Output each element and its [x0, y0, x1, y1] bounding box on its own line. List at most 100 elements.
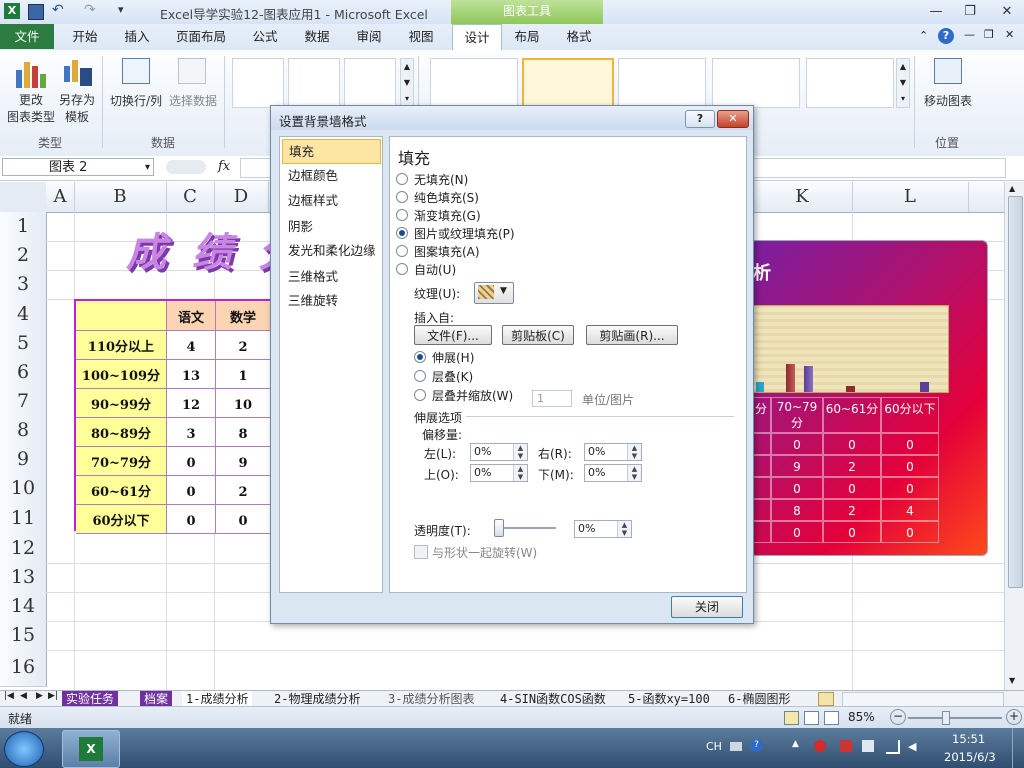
fill-option-radio[interactable] — [396, 209, 408, 221]
texture-picker[interactable]: ▼ — [474, 282, 514, 304]
left-offset-input[interactable]: 0% ▲ ▼ — [470, 443, 528, 461]
tab-home[interactable]: 开始 — [66, 24, 104, 49]
layout-gallery-scroll[interactable]: ▲ ▼ ▾ — [400, 58, 414, 108]
tab-layout[interactable]: 布局 — [508, 24, 546, 49]
chart-table-cell[interactable]: 0 — [771, 433, 823, 455]
nav-border-style[interactable]: 边框样式 — [282, 189, 393, 212]
dialog-help-button[interactable]: ? — [685, 110, 715, 128]
column-header[interactable]: K — [752, 182, 853, 212]
network-icon[interactable] — [886, 740, 900, 754]
tile-option-radio[interactable] — [414, 351, 426, 363]
dialog-close-action-button[interactable]: 关闭 — [671, 596, 743, 618]
table-cell-math[interactable]: 8 — [216, 418, 270, 447]
chart-table-cell[interactable]: 0 — [823, 521, 881, 543]
sheet-tab-task[interactable]: 实验任务 — [62, 691, 119, 707]
chart-table-header[interactable]: 60~61分 — [823, 397, 881, 433]
tray-expand-icon[interactable]: ▲ — [792, 739, 799, 749]
row-header[interactable]: 15 — [0, 621, 47, 651]
sheet-tab-grade-analysis[interactable]: 1-成绩分析 — [182, 691, 253, 707]
chart-back-wall[interactable] — [751, 305, 949, 393]
row-header[interactable]: 4 — [0, 299, 47, 330]
row-header[interactable]: 7 — [0, 387, 47, 417]
table-cell-math[interactable]: 1 — [216, 360, 270, 389]
restore-button[interactable]: ❐ — [957, 3, 983, 21]
top-offset-input[interactable]: 0% ▲ ▼ — [470, 464, 528, 482]
sheet-tab-function-xy[interactable]: 5-函数xy=100 — [624, 691, 714, 707]
row-header[interactable]: 16 — [0, 650, 47, 687]
chart-table-header[interactable]: 60分以下 — [881, 397, 939, 433]
table-cell-chinese[interactable]: 4 — [167, 331, 216, 360]
table-cell-math[interactable]: 0 — [216, 505, 270, 534]
nav-3d-format[interactable]: 三维格式 — [282, 265, 393, 288]
vertical-scroll-thumb[interactable] — [1008, 196, 1023, 588]
spin-arrows-icon[interactable]: ▲ ▼ — [627, 465, 641, 481]
spin-arrows-icon[interactable]: ▲ ▼ — [513, 465, 527, 481]
close-window-button[interactable]: ✕ — [994, 3, 1020, 21]
rotate-with-shape-checkbox[interactable] — [414, 545, 428, 559]
formula-bar-expand-handle[interactable] — [166, 160, 206, 174]
table-row-label[interactable]: 100~109分 — [76, 360, 167, 389]
row-header[interactable]: 2 — [0, 241, 47, 271]
chart-layout-1[interactable] — [232, 58, 284, 108]
zoom-level[interactable]: 85% — [848, 710, 875, 724]
name-box[interactable]: 图表 2 ▾ — [2, 158, 154, 176]
transparency-input[interactable]: 0% ▲ ▼ — [574, 520, 632, 538]
fill-option-radio[interactable] — [396, 227, 408, 239]
chart-bar[interactable] — [786, 364, 795, 392]
transparency-slider-thumb[interactable] — [494, 519, 504, 537]
tile-option-radio[interactable] — [414, 389, 426, 401]
tab-page-layout[interactable]: 页面布局 — [170, 24, 232, 49]
sheet-nav-last-icon[interactable]: ▶| — [48, 691, 58, 701]
ribbon-collapse-icon[interactable]: ⌃ — [919, 29, 928, 42]
chart-layout-3[interactable] — [344, 58, 396, 108]
chart-bar[interactable] — [756, 382, 764, 392]
restore-workbook-icon[interactable]: ❐ — [984, 28, 994, 41]
chart-table-cell[interactable]: 0 — [771, 521, 823, 543]
select-data-button[interactable]: 选择数据 — [166, 56, 220, 116]
nav-glow-soft-edges[interactable]: 发光和柔化边缘 — [282, 239, 393, 262]
volume-icon[interactable]: ◀ — [908, 740, 916, 753]
table-row-label[interactable]: 60~61分 — [76, 476, 167, 505]
minimize-workbook-icon[interactable]: — — [964, 28, 975, 41]
row-header[interactable]: 10 — [0, 474, 47, 504]
chart-style-1[interactable] — [430, 58, 518, 108]
table-cell-math[interactable]: 10 — [216, 389, 270, 418]
chart-table-cell[interactable]: 0 — [881, 477, 939, 499]
row-header[interactable]: 8 — [0, 416, 47, 446]
table-row-label[interactable]: 80~89分 — [76, 418, 167, 447]
taskbar-excel-icon[interactable]: X — [62, 730, 120, 768]
close-workbook-icon[interactable]: ✕ — [1005, 28, 1014, 41]
change-chart-type-button[interactable]: 更改 图表类型 — [4, 56, 56, 132]
chart-table-cell[interactable] — [751, 455, 771, 477]
chart-table-cell[interactable]: 2 — [823, 499, 881, 521]
sheet-nav-prev-icon[interactable]: ◀ — [20, 691, 27, 701]
insert-file-button[interactable]: 文件(F)... — [414, 325, 492, 345]
fill-option-radio[interactable] — [396, 263, 408, 275]
chart-table-cell[interactable]: 0 — [823, 433, 881, 455]
sheet-tab-ellipse[interactable]: 6-椭圆图形 — [724, 691, 794, 707]
nav-fill[interactable]: 填充 — [282, 139, 381, 164]
chart-table-cell[interactable]: 0 — [881, 433, 939, 455]
tab-data[interactable]: 数据 — [298, 24, 336, 49]
move-chart-button[interactable]: 移动图表 — [920, 56, 976, 116]
fill-option-radio[interactable] — [396, 245, 408, 257]
row-header[interactable]: 9 — [0, 445, 47, 475]
clock-time[interactable]: 15:51 — [952, 732, 985, 746]
keyboard-icon[interactable] — [730, 742, 742, 751]
redo-icon[interactable]: ↷ — [84, 2, 96, 18]
chart-table-cell[interactable]: 2 — [823, 455, 881, 477]
insert-sheet-icon[interactable] — [818, 692, 834, 706]
table-header[interactable]: 语文 — [167, 301, 216, 331]
sheet-tab-sin-cos[interactable]: 4-SIN函数COS函数 — [496, 691, 610, 707]
undo-icon[interactable]: ↶ — [52, 2, 64, 18]
sheet-nav-first-icon[interactable]: |◀ — [4, 691, 14, 701]
spin-arrows-icon[interactable]: ▲ ▼ — [513, 444, 527, 460]
page-layout-view-icon[interactable] — [804, 711, 819, 725]
zoom-in-icon[interactable]: + — [1006, 709, 1022, 725]
table-cell-math[interactable]: 9 — [216, 447, 270, 476]
column-header[interactable]: D — [214, 182, 269, 212]
row-header[interactable]: 11 — [0, 503, 47, 534]
tab-insert[interactable]: 插入 — [118, 24, 156, 49]
fill-option-radio[interactable] — [396, 191, 408, 203]
table-cell-chinese[interactable]: 13 — [167, 360, 216, 389]
